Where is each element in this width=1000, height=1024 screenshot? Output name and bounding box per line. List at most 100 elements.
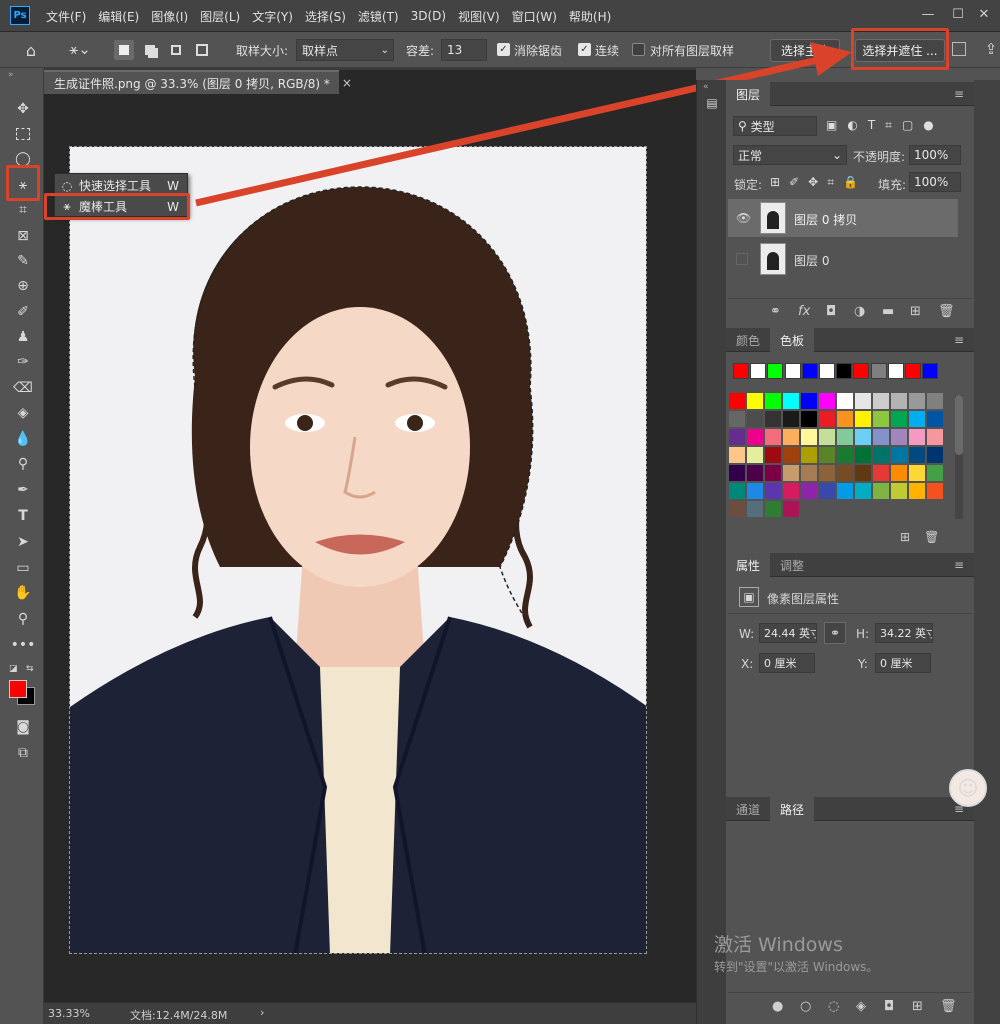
load-selection-icon[interactable]: ◌	[828, 999, 846, 1017]
swatch[interactable]	[783, 465, 799, 481]
swatch[interactable]	[747, 501, 763, 517]
swatch[interactable]	[927, 429, 943, 445]
swatch[interactable]	[819, 411, 835, 427]
swatch[interactable]	[927, 483, 943, 499]
zoom-level[interactable]: 33.33%	[48, 1007, 90, 1020]
swatch[interactable]	[765, 501, 781, 517]
tab-properties[interactable]: 属性	[726, 553, 771, 577]
smart-filter-icon[interactable]: ▢	[902, 118, 913, 133]
swatch[interactable]	[729, 411, 745, 427]
swatch[interactable]	[747, 465, 763, 481]
filter-toggle-icon[interactable]: ●	[923, 118, 933, 133]
lock-position-icon[interactable]: ✥	[808, 175, 818, 190]
fill-input[interactable]: 100%	[909, 172, 961, 192]
recent-swatch[interactable]	[801, 363, 818, 379]
recent-swatch[interactable]	[767, 363, 784, 379]
new-group-icon[interactable]: ▬	[882, 304, 900, 322]
swatch[interactable]	[891, 393, 907, 409]
swatches-scrollbar[interactable]	[955, 395, 963, 519]
swatch[interactable]	[909, 411, 925, 427]
delete-path-icon[interactable]: 🗑	[940, 999, 958, 1017]
swatch[interactable]	[909, 465, 925, 481]
swatch[interactable]	[909, 483, 925, 499]
recent-swatch[interactable]	[836, 363, 853, 379]
swatch[interactable]	[873, 447, 889, 463]
swatch[interactable]	[729, 501, 745, 517]
add-mask-icon[interactable]: ◘	[884, 999, 902, 1017]
panel-menu-icon[interactable]: ≡	[954, 87, 964, 101]
adjustment-filter-icon[interactable]: ◐	[847, 118, 857, 133]
recent-swatch[interactable]	[922, 363, 939, 379]
add-mask-icon[interactable]: ◘	[826, 304, 844, 322]
swatch[interactable]	[765, 483, 781, 499]
layer-row-original[interactable]: 图层 0	[728, 240, 958, 278]
lock-pixels-icon[interactable]: ✐	[789, 175, 799, 190]
swatch[interactable]	[873, 483, 889, 499]
swatch[interactable]	[765, 411, 781, 427]
swatch[interactable]	[855, 447, 871, 463]
swatch[interactable]	[909, 393, 925, 409]
shape-filter-icon[interactable]: ⌗	[885, 118, 892, 133]
panel-menu-icon[interactable]: ≡	[954, 333, 964, 347]
swatch[interactable]	[747, 429, 763, 445]
width-input[interactable]: 24.44 英寸	[759, 623, 817, 643]
swatch[interactable]	[729, 447, 745, 463]
make-path-icon[interactable]: ◈	[856, 999, 874, 1017]
swatch[interactable]	[801, 465, 817, 481]
swatch[interactable]	[801, 411, 817, 427]
swatch[interactable]	[891, 447, 907, 463]
lock-transparency-icon[interactable]: ⊞	[770, 175, 780, 190]
swatch[interactable]	[927, 411, 943, 427]
tab-color[interactable]: 颜色	[726, 328, 770, 352]
swatch[interactable]	[837, 483, 853, 499]
swatch[interactable]	[909, 447, 925, 463]
tab-layers[interactable]: 图层	[726, 82, 771, 106]
swatch[interactable]	[729, 465, 745, 481]
new-swatch-icon[interactable]: ⊞	[900, 530, 910, 544]
swatch[interactable]	[855, 483, 871, 499]
swatch[interactable]	[765, 447, 781, 463]
recent-swatch[interactable]	[905, 363, 921, 379]
swatch[interactable]	[783, 411, 799, 427]
swatch[interactable]	[819, 483, 835, 499]
swatch[interactable]	[873, 411, 889, 427]
status-chevron-icon[interactable]: ›	[260, 1006, 264, 1019]
recent-swatch[interactable]	[784, 363, 801, 379]
swatch[interactable]	[837, 447, 853, 463]
adjustment-layer-icon[interactable]: ◑	[854, 304, 872, 322]
delete-swatch-icon[interactable]: 🗑	[924, 530, 939, 544]
eye-icon[interactable]: 👁	[736, 211, 751, 225]
layer-row-copy[interactable]: 👁 图层 0 拷贝	[728, 199, 958, 237]
swatch[interactable]	[783, 483, 799, 499]
swatch[interactable]	[837, 393, 853, 409]
swatch[interactable]	[747, 447, 763, 463]
avatar[interactable]: ☺	[949, 769, 987, 807]
fill-path-icon[interactable]: ●	[772, 999, 790, 1017]
swatch[interactable]	[819, 393, 835, 409]
lock-artboard-icon[interactable]: ⌗	[827, 175, 834, 190]
recent-swatch[interactable]	[887, 363, 904, 379]
visibility-toggle[interactable]	[736, 253, 748, 265]
recent-swatch[interactable]	[853, 363, 870, 379]
swatch[interactable]	[873, 465, 889, 481]
swatch[interactable]	[801, 429, 817, 445]
blend-mode-select[interactable]: 正常 ⌄	[733, 145, 847, 165]
fx-icon[interactable]: fx	[798, 304, 816, 322]
new-path-icon[interactable]: ⊞	[912, 999, 930, 1017]
swatch[interactable]	[765, 393, 781, 409]
swatch[interactable]	[855, 429, 871, 445]
swatch[interactable]	[729, 393, 745, 409]
opacity-input[interactable]: 100%	[909, 145, 961, 165]
swatch[interactable]	[927, 447, 943, 463]
tab-channels[interactable]: 通道	[726, 797, 770, 821]
swatch[interactable]	[819, 429, 835, 445]
tab-adjustments[interactable]: 调整	[770, 553, 814, 577]
swatch[interactable]	[891, 483, 907, 499]
swatch[interactable]	[891, 465, 907, 481]
swatch[interactable]	[801, 483, 817, 499]
swatch[interactable]	[873, 429, 889, 445]
stroke-path-icon[interactable]: ○	[800, 999, 818, 1017]
swatch[interactable]	[927, 465, 943, 481]
swatch[interactable]	[747, 393, 763, 409]
swatch[interactable]	[729, 429, 745, 445]
